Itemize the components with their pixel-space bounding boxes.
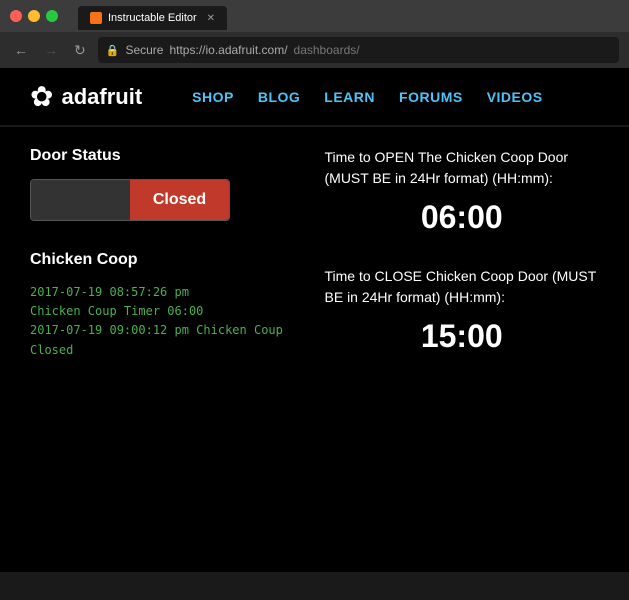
left-panel: Door Status Closed Chicken Coop 2017-07-… [30, 147, 305, 385]
logo-text: adafruit [61, 84, 142, 110]
url-bar[interactable]: 🔒 Secure https://io.adafruit.com/ dashbo… [98, 37, 619, 63]
nav-shop[interactable]: SHOP [192, 89, 234, 105]
close-time-value: 15:00 [325, 318, 600, 355]
open-time-label: Time to OPEN The Chicken Coop Door (MUST… [325, 147, 600, 189]
nav-forums[interactable]: FORUMS [399, 89, 463, 105]
url-secure-label: Secure [125, 43, 163, 57]
right-panel: Time to OPEN The Chicken Coop Door (MUST… [325, 147, 600, 385]
window-controls [10, 10, 58, 22]
tab-label: Instructable Editor [108, 12, 197, 24]
door-status-control: Closed [30, 179, 230, 221]
title-bar: Instructable Editor ✕ [0, 0, 629, 32]
lock-icon: 🔒 [106, 44, 120, 57]
url-display: https://io.adafruit.com/ [169, 43, 287, 57]
chicken-coop-section: Chicken Coop 2017-07-19 08:57:26 pm Chic… [30, 251, 305, 360]
logo-area: ✿ adafruit [30, 80, 142, 113]
door-closed-button[interactable]: Closed [130, 180, 229, 220]
back-button[interactable]: ← [10, 40, 32, 60]
tab-favicon [90, 12, 102, 24]
url-suffix: dashboards/ [294, 43, 360, 57]
log-entry-2: Chicken Coup Timer 06:00 [30, 302, 305, 321]
reload-button[interactable]: ↻ [70, 40, 90, 61]
nav-videos[interactable]: VIDEOS [487, 89, 543, 105]
close-window-button[interactable] [10, 10, 22, 22]
minimize-window-button[interactable] [28, 10, 40, 22]
nav-blog[interactable]: BLOG [258, 89, 300, 105]
close-time-section: Time to CLOSE Chicken Coop Door (MUST BE… [325, 266, 600, 355]
maximize-window-button[interactable] [46, 10, 58, 22]
log-entry-4: Closed [30, 341, 305, 360]
chicken-coop-title: Chicken Coop [30, 251, 305, 269]
nav-learn[interactable]: LEARN [324, 89, 375, 105]
forward-button[interactable]: → [40, 40, 62, 60]
door-status-title: Door Status [30, 147, 305, 165]
logo-icon: ✿ [30, 80, 53, 113]
log-area: 2017-07-19 08:57:26 pm Chicken Coup Time… [30, 283, 305, 360]
tab-bar: Instructable Editor ✕ [68, 2, 619, 30]
active-tab[interactable]: Instructable Editor ✕ [78, 6, 227, 30]
main-nav: SHOP BLOG LEARN FORUMS VIDEOS [192, 89, 542, 105]
address-bar: ← → ↻ 🔒 Secure https://io.adafruit.com/ … [0, 32, 629, 68]
tab-close-icon[interactable]: ✕ [207, 13, 215, 24]
close-time-label: Time to CLOSE Chicken Coop Door (MUST BE… [325, 266, 600, 308]
website-content: ✿ adafruit SHOP BLOG LEARN FORUMS VIDEOS… [0, 68, 629, 572]
log-entry-3: 2017-07-19 09:00:12 pm Chicken Coup [30, 321, 305, 340]
log-entry-1: 2017-07-19 08:57:26 pm [30, 283, 305, 302]
open-time-value: 06:00 [325, 199, 600, 236]
browser-chrome: Instructable Editor ✕ ← → ↻ 🔒 Secure htt… [0, 0, 629, 68]
inactive-tab[interactable] [231, 6, 291, 30]
site-header: ✿ adafruit SHOP BLOG LEARN FORUMS VIDEOS [0, 68, 629, 127]
door-open-button[interactable] [31, 180, 130, 220]
main-content: Door Status Closed Chicken Coop 2017-07-… [0, 127, 629, 405]
